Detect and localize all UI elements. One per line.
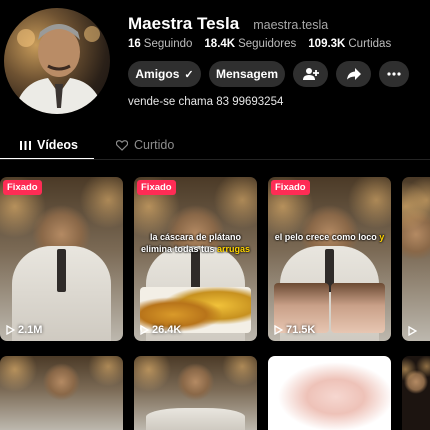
profile-tabs: Vídeos Curtido [0, 136, 430, 160]
video-thumbnail [0, 356, 123, 430]
video-tile[interactable]: Fixado 2.1M [0, 177, 123, 341]
video-tile[interactable] [402, 177, 430, 341]
video-caption-text: el pelo crece como loco [274, 232, 377, 242]
message-button[interactable]: Mensagem [209, 61, 285, 87]
heart-icon [116, 139, 128, 151]
video-tile[interactable]: Fixado la cáscara de plátano elimina tod… [134, 177, 257, 341]
view-count: 71.5K [274, 324, 315, 336]
thumbnail-tie [190, 249, 201, 292]
more-options-button[interactable] [379, 61, 409, 87]
following-label: Seguindo [143, 38, 193, 50]
followers-stat[interactable]: 18.4K Seguidores [204, 38, 296, 50]
play-icon [274, 325, 283, 335]
profile-stats: 16 Seguindo 18.4K Seguidores 109.3K Curtida… [128, 38, 403, 50]
likes-label: Curtidas [348, 38, 392, 50]
message-button-label: Mensagem [215, 67, 279, 81]
following-stat[interactable]: 16 Seguindo [128, 38, 192, 50]
view-count-label: 71.5K [286, 324, 316, 336]
followers-label: Seguidores [238, 38, 297, 50]
add-user-icon [302, 68, 319, 80]
video-caption: la cáscara de plátano elimina todas tus … [140, 231, 251, 255]
tabs-divider [0, 159, 430, 160]
tab-liked[interactable]: Curtido [116, 138, 174, 152]
tab-videos-label: Vídeos [37, 138, 78, 152]
face-after [330, 283, 385, 333]
likes-stat: 109.3K Curtidas [308, 38, 391, 50]
add-friend-button[interactable] [293, 61, 328, 87]
pinned-badge: Fixado [137, 180, 176, 195]
thumbnail-tie [56, 249, 67, 292]
play-icon [140, 325, 149, 335]
profile-display-name: Maestra Tesla [128, 14, 240, 33]
video-thumbnail [402, 356, 430, 430]
profile-bio: vende-se chama 83 99693254 [128, 96, 284, 108]
play-icon [6, 325, 15, 335]
pinned-badge: Fixado [3, 180, 42, 195]
more-icon [387, 72, 401, 76]
video-tile[interactable] [268, 356, 391, 430]
video-tile[interactable] [402, 356, 430, 430]
view-count-label: 2.1M [18, 324, 43, 336]
profile-handle: maestra.tesla [253, 18, 329, 32]
video-caption-highlight: y [379, 232, 385, 242]
share-icon [346, 68, 361, 80]
grid-icon [20, 140, 31, 150]
likes-count: 109.3K [308, 38, 346, 50]
video-caption-highlight: arrugas [217, 244, 251, 254]
view-count: 26.4K [140, 324, 181, 336]
share-profile-button[interactable] [336, 61, 371, 87]
video-tile[interactable] [0, 356, 123, 430]
video-caption: el pelo crece como loco y [274, 231, 385, 243]
pinned-badge: Fixado [271, 180, 310, 195]
check-icon: ✓ [184, 68, 194, 81]
profile-avatar[interactable] [4, 8, 110, 114]
video-tile[interactable] [134, 356, 257, 430]
view-count [408, 326, 420, 336]
tab-videos[interactable]: Vídeos [20, 138, 78, 152]
avatar-portrait [14, 24, 104, 114]
thumbnail-figure [146, 407, 245, 430]
following-count: 16 [128, 38, 141, 50]
nails-thumbnail [268, 356, 391, 430]
video-tile[interactable]: Fixado el pelo crece como loco y 71.5K [268, 177, 391, 341]
friends-button-label: Amigos [135, 67, 180, 81]
followers-count: 18.4K [204, 38, 236, 50]
tab-liked-label: Curtido [134, 138, 175, 152]
friends-button[interactable]: Amigos ✓ [128, 61, 201, 87]
play-icon [408, 326, 417, 336]
video-thumbnail [402, 177, 430, 341]
view-count-label: 26.4K [152, 324, 182, 336]
view-count: 2.1M [6, 324, 42, 336]
